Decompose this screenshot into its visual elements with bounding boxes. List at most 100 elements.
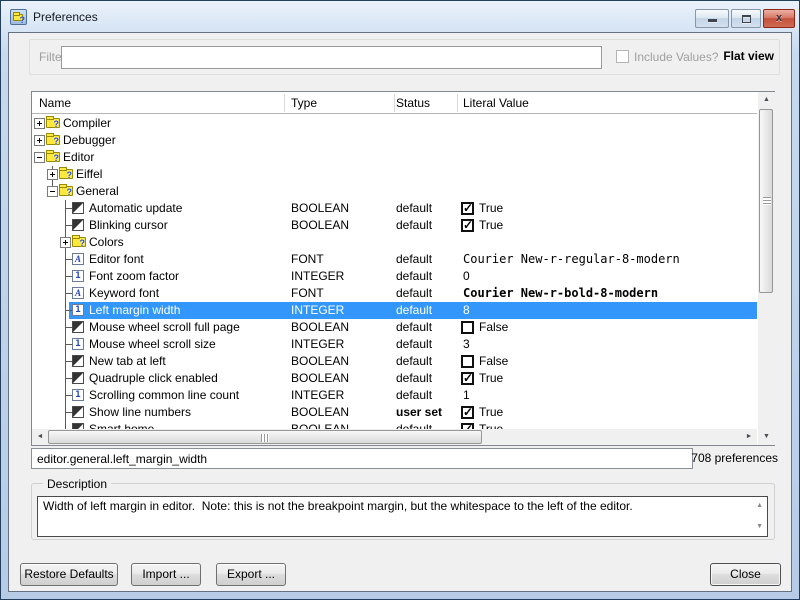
- pref-row-quadruple-click-enabled[interactable]: Quadruple click enabledBOOLEANdefault✓Tr…: [32, 370, 757, 387]
- scroll-up-button[interactable]: ▲: [758, 92, 775, 108]
- pref-row-blinking-cursor[interactable]: Blinking cursorBOOLEANdefault✓True: [32, 217, 757, 234]
- tree-expander-plus-icon[interactable]: [60, 237, 71, 248]
- pref-row-show-line-numbers[interactable]: Show line numbersBOOLEANuser set✓True: [32, 404, 757, 421]
- column-header-status[interactable]: Status: [396, 96, 430, 110]
- titlebar[interactable]: ? Preferences x: [1, 1, 799, 32]
- pref-row-automatic-update[interactable]: Automatic updateBOOLEANdefault✓True: [32, 200, 757, 217]
- pref-row-compiler[interactable]: ?Compiler: [32, 115, 757, 132]
- tree-expander-plus-icon[interactable]: [47, 169, 58, 180]
- folder-icon: ?: [46, 135, 60, 145]
- export-button[interactable]: Export ...: [216, 563, 286, 586]
- scroll-left-button[interactable]: ◄: [32, 429, 48, 445]
- description-scroll-up-icon[interactable]: ▲: [756, 502, 763, 510]
- vertical-scrollbar[interactable]: ▲ ▼: [758, 92, 775, 445]
- pref-value: True: [479, 372, 503, 385]
- close-window-button[interactable]: x: [763, 9, 795, 28]
- pref-value: 8: [463, 304, 470, 317]
- pref-row-smart-home[interactable]: Smart homeBOOLEANdefault✓True: [32, 421, 757, 429]
- pref-type: BOOLEAN: [291, 372, 349, 385]
- tree-line: [65, 310, 72, 311]
- filter-input[interactable]: [61, 46, 602, 69]
- pref-value: Courier New-r-bold-8-modern: [463, 287, 658, 300]
- maximize-button[interactable]: [731, 9, 761, 28]
- value-checkbox[interactable]: ✓: [461, 423, 474, 429]
- scroll-right-button[interactable]: ►: [741, 429, 757, 445]
- tree-expander-minus-icon[interactable]: [47, 186, 58, 197]
- pref-row-mouse-wheel-scroll-size[interactable]: 1Mouse wheel scroll sizeINTEGERdefault3: [32, 336, 757, 353]
- column-separator[interactable]: [284, 94, 285, 112]
- maximize-icon: [742, 15, 751, 23]
- tree-expander-plus-icon[interactable]: [34, 135, 45, 146]
- pref-status: default: [396, 355, 432, 368]
- pref-row-new-tab-at-left[interactable]: New tab at leftBOOLEANdefaultFalse: [32, 353, 757, 370]
- flat-view-button[interactable]: Flat view: [723, 49, 774, 63]
- pref-value: False: [479, 355, 508, 368]
- tree-line: [65, 344, 72, 345]
- description-scroll-down-icon[interactable]: ▼: [756, 523, 763, 531]
- column-separator[interactable]: [457, 94, 458, 112]
- pref-status: default: [396, 321, 432, 334]
- column-separator[interactable]: [394, 94, 395, 112]
- pref-name: Colors: [89, 236, 124, 249]
- folder-icon: ?: [72, 237, 86, 247]
- import-button[interactable]: Import ...: [131, 563, 201, 586]
- value-checkbox[interactable]: ✓: [461, 202, 474, 215]
- horizontal-scroll-thumb[interactable]: [48, 430, 482, 444]
- pref-row-editor-font[interactable]: AEditor fontFONTdefaultCourier New-r-reg…: [32, 251, 757, 268]
- tree-line: [65, 208, 72, 209]
- pref-value: 0: [463, 270, 470, 283]
- column-header-literal-value[interactable]: Literal Value: [463, 96, 529, 110]
- preferences-window: ? Preferences x Filter: Include Values? …: [0, 0, 800, 600]
- pref-status: default: [396, 202, 432, 215]
- pref-row-editor[interactable]: ?Editor: [32, 149, 757, 166]
- pref-row-colors[interactable]: ?Colors: [32, 234, 757, 251]
- pref-type: FONT: [291, 287, 324, 300]
- pref-status: default: [396, 389, 432, 402]
- pref-row-scrolling-common-line-count[interactable]: 1Scrolling common line countINTEGERdefau…: [32, 387, 757, 404]
- pref-row-keyword-font[interactable]: AKeyword fontFONTdefaultCourier New-r-bo…: [32, 285, 757, 302]
- pref-name: Debugger: [63, 134, 116, 147]
- value-checkbox[interactable]: ✓: [461, 372, 474, 385]
- scroll-down-button[interactable]: ▼: [758, 429, 775, 445]
- folder-icon: ?: [46, 152, 60, 162]
- include-values-checkbox[interactable]: [616, 50, 629, 63]
- folder-icon: ?: [59, 186, 73, 196]
- description-text-box[interactable]: Width of left margin in editor. Note: th…: [37, 496, 768, 537]
- vertical-scroll-thumb[interactable]: [759, 109, 773, 293]
- pref-row-mouse-wheel-scroll-full-page[interactable]: Mouse wheel scroll full pageBOOLEANdefau…: [32, 319, 757, 336]
- tree-line: [65, 395, 72, 396]
- tree-expander-plus-icon[interactable]: [34, 118, 45, 129]
- pref-name: Quadruple click enabled: [89, 372, 218, 385]
- boolean-pref-icon: [72, 372, 84, 384]
- pref-type: INTEGER: [291, 338, 344, 351]
- pref-row-eiffel[interactable]: ?Eiffel: [32, 166, 757, 183]
- value-checkbox[interactable]: ✓: [461, 219, 474, 232]
- preferences-app-icon: ?: [10, 9, 27, 25]
- pref-name: Blinking cursor: [89, 219, 168, 232]
- value-checkbox[interactable]: ✓: [461, 406, 474, 419]
- pref-row-font-zoom-factor[interactable]: 1Font zoom factorINTEGERdefault0: [32, 268, 757, 285]
- pref-status: default: [396, 253, 432, 266]
- value-checkbox[interactable]: [461, 355, 474, 368]
- pref-row-left-margin-width[interactable]: 1Left margin widthINTEGERdefault8: [32, 302, 757, 319]
- restore-defaults-button[interactable]: Restore Defaults: [20, 563, 118, 586]
- minimize-button[interactable]: [695, 9, 729, 28]
- pref-name: Editor font: [89, 253, 144, 266]
- close-button[interactable]: Close: [710, 563, 781, 586]
- folder-icon: ?: [46, 118, 60, 128]
- tree-line: [65, 361, 72, 362]
- horizontal-scrollbar[interactable]: ◄ ►: [32, 429, 757, 445]
- pref-row-debugger[interactable]: ?Debugger: [32, 132, 757, 149]
- column-header-type[interactable]: Type: [291, 96, 317, 110]
- close-icon: x: [764, 12, 794, 24]
- tree-line: [65, 327, 72, 328]
- boolean-pref-icon: [72, 202, 84, 214]
- pref-row-general[interactable]: ?General: [32, 183, 757, 200]
- value-checkbox[interactable]: [461, 321, 474, 334]
- window-title: Preferences: [33, 10, 98, 24]
- column-header-name[interactable]: Name: [39, 96, 71, 110]
- tree-line: [65, 378, 72, 379]
- pref-name: Mouse wheel scroll size: [89, 338, 216, 351]
- tree-expander-minus-icon[interactable]: [34, 152, 45, 163]
- pref-type: INTEGER: [291, 270, 344, 283]
